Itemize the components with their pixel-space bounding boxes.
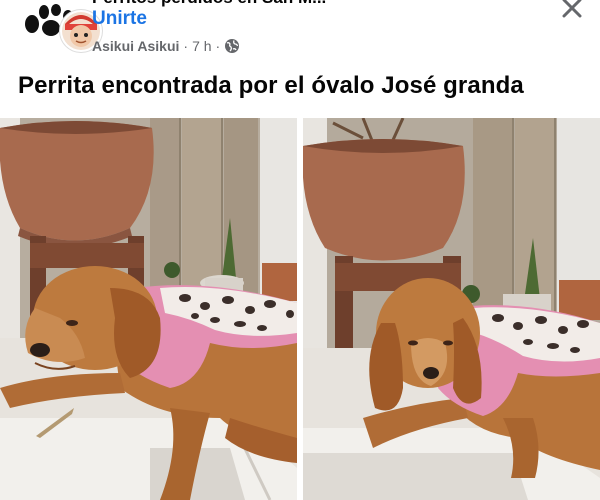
post-time[interactable]: 7 h [192,38,211,54]
globe-icon[interactable] [224,38,240,54]
close-icon[interactable] [558,0,586,22]
photo-dog-2[interactable] [303,118,600,500]
post-header: Perritos perdidos en San M... Unirte Asi… [0,0,600,70]
author-name[interactable]: Asikui Asikui [92,38,179,54]
group-name[interactable]: Perritos perdidos en San M... [92,0,326,8]
join-group-link[interactable]: Unirte [92,8,147,30]
meta-separator: · [183,38,189,54]
avatar-group[interactable] [18,2,102,52]
meta-separator-2: · [215,38,221,54]
post-text: Perrita encontrada por el óvalo José gra… [18,72,524,99]
photo-dog-1[interactable] [0,118,297,500]
post-meta: Asikui Asikui · 7 h · [92,38,240,54]
